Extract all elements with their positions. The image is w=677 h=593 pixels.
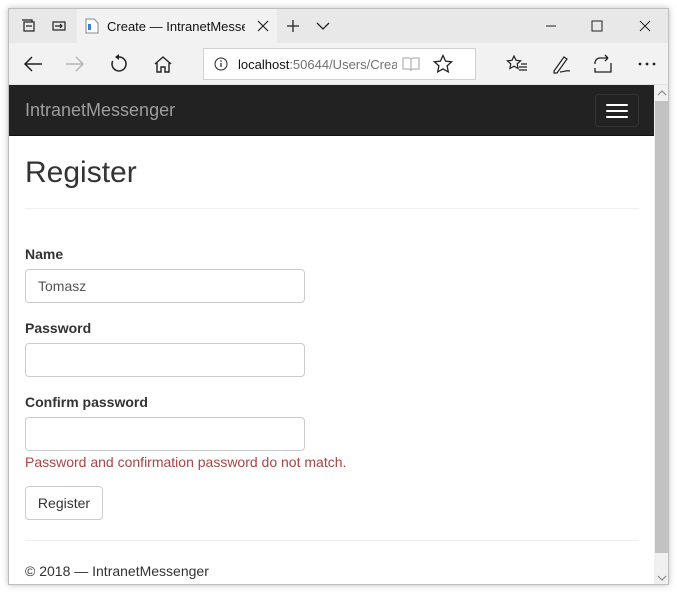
scrollbar[interactable] [654, 85, 668, 584]
favorite-star-icon[interactable] [433, 54, 454, 74]
chevron-down-icon[interactable] [311, 9, 335, 43]
minimize-icon[interactable] [531, 9, 571, 43]
browser-window: Create — IntranetMessenger [8, 8, 669, 585]
app-navbar: IntranetMessenger [9, 85, 654, 136]
hamburger-bar [606, 115, 628, 118]
url-host: localhost [238, 56, 290, 72]
name-label: Name [25, 246, 64, 262]
divider [25, 208, 639, 209]
share-icon[interactable] [583, 43, 623, 85]
navbar-toggle-button[interactable] [595, 94, 639, 127]
page-viewport: IntranetMessenger Register Name Password… [9, 85, 654, 584]
reading-view-icon[interactable] [401, 55, 421, 73]
page-title: Register [25, 156, 137, 189]
pen-icon[interactable] [541, 43, 581, 85]
back-icon[interactable] [13, 43, 53, 85]
new-tab-icon[interactable] [281, 9, 305, 43]
info-icon[interactable] [214, 57, 228, 71]
title-bar: Create — IntranetMessenger [9, 9, 668, 43]
confirm-password-label: Confirm password [25, 394, 148, 410]
scroll-up-icon[interactable] [654, 86, 668, 100]
password-input[interactable] [25, 343, 305, 377]
page-icon [85, 18, 99, 34]
page-container: Register Name Password Confirm password … [25, 136, 639, 579]
close-icon[interactable] [257, 9, 269, 43]
refresh-icon[interactable] [99, 43, 139, 85]
maximize-icon[interactable] [577, 9, 617, 43]
home-icon[interactable] [143, 43, 183, 85]
register-button[interactable]: Register [25, 486, 103, 520]
more-icon[interactable] [627, 43, 667, 85]
hamburger-bar [606, 109, 628, 112]
tabs-aside-icon[interactable] [15, 9, 43, 43]
forward-icon[interactable] [55, 43, 95, 85]
navbar-brand[interactable]: IntranetMessenger [25, 100, 175, 121]
tab-title: Create — IntranetMessenger [107, 18, 245, 34]
url-path: :50644/Users/Create [289, 56, 398, 72]
scroll-down-icon[interactable] [654, 571, 668, 584]
hamburger-bar [606, 103, 628, 106]
footer-text: © 2018 — IntranetMessenger [25, 563, 209, 579]
scroll-thumb[interactable] [655, 101, 668, 553]
name-input[interactable] [25, 269, 305, 303]
window-close-icon[interactable] [625, 9, 665, 43]
password-label: Password [25, 320, 92, 336]
tab-preview-icon[interactable] [45, 9, 73, 43]
footer-divider [25, 540, 639, 541]
validation-error: Password and confirmation password do no… [25, 454, 347, 470]
confirm-password-input[interactable] [25, 417, 305, 451]
browser-tab[interactable]: Create — IntranetMessenger [77, 9, 277, 43]
favorites-list-icon[interactable] [497, 43, 537, 85]
browser-toolbar: localhost :50644/Users/Create [9, 43, 668, 85]
address-bar[interactable]: localhost :50644/Users/Create [203, 48, 476, 80]
